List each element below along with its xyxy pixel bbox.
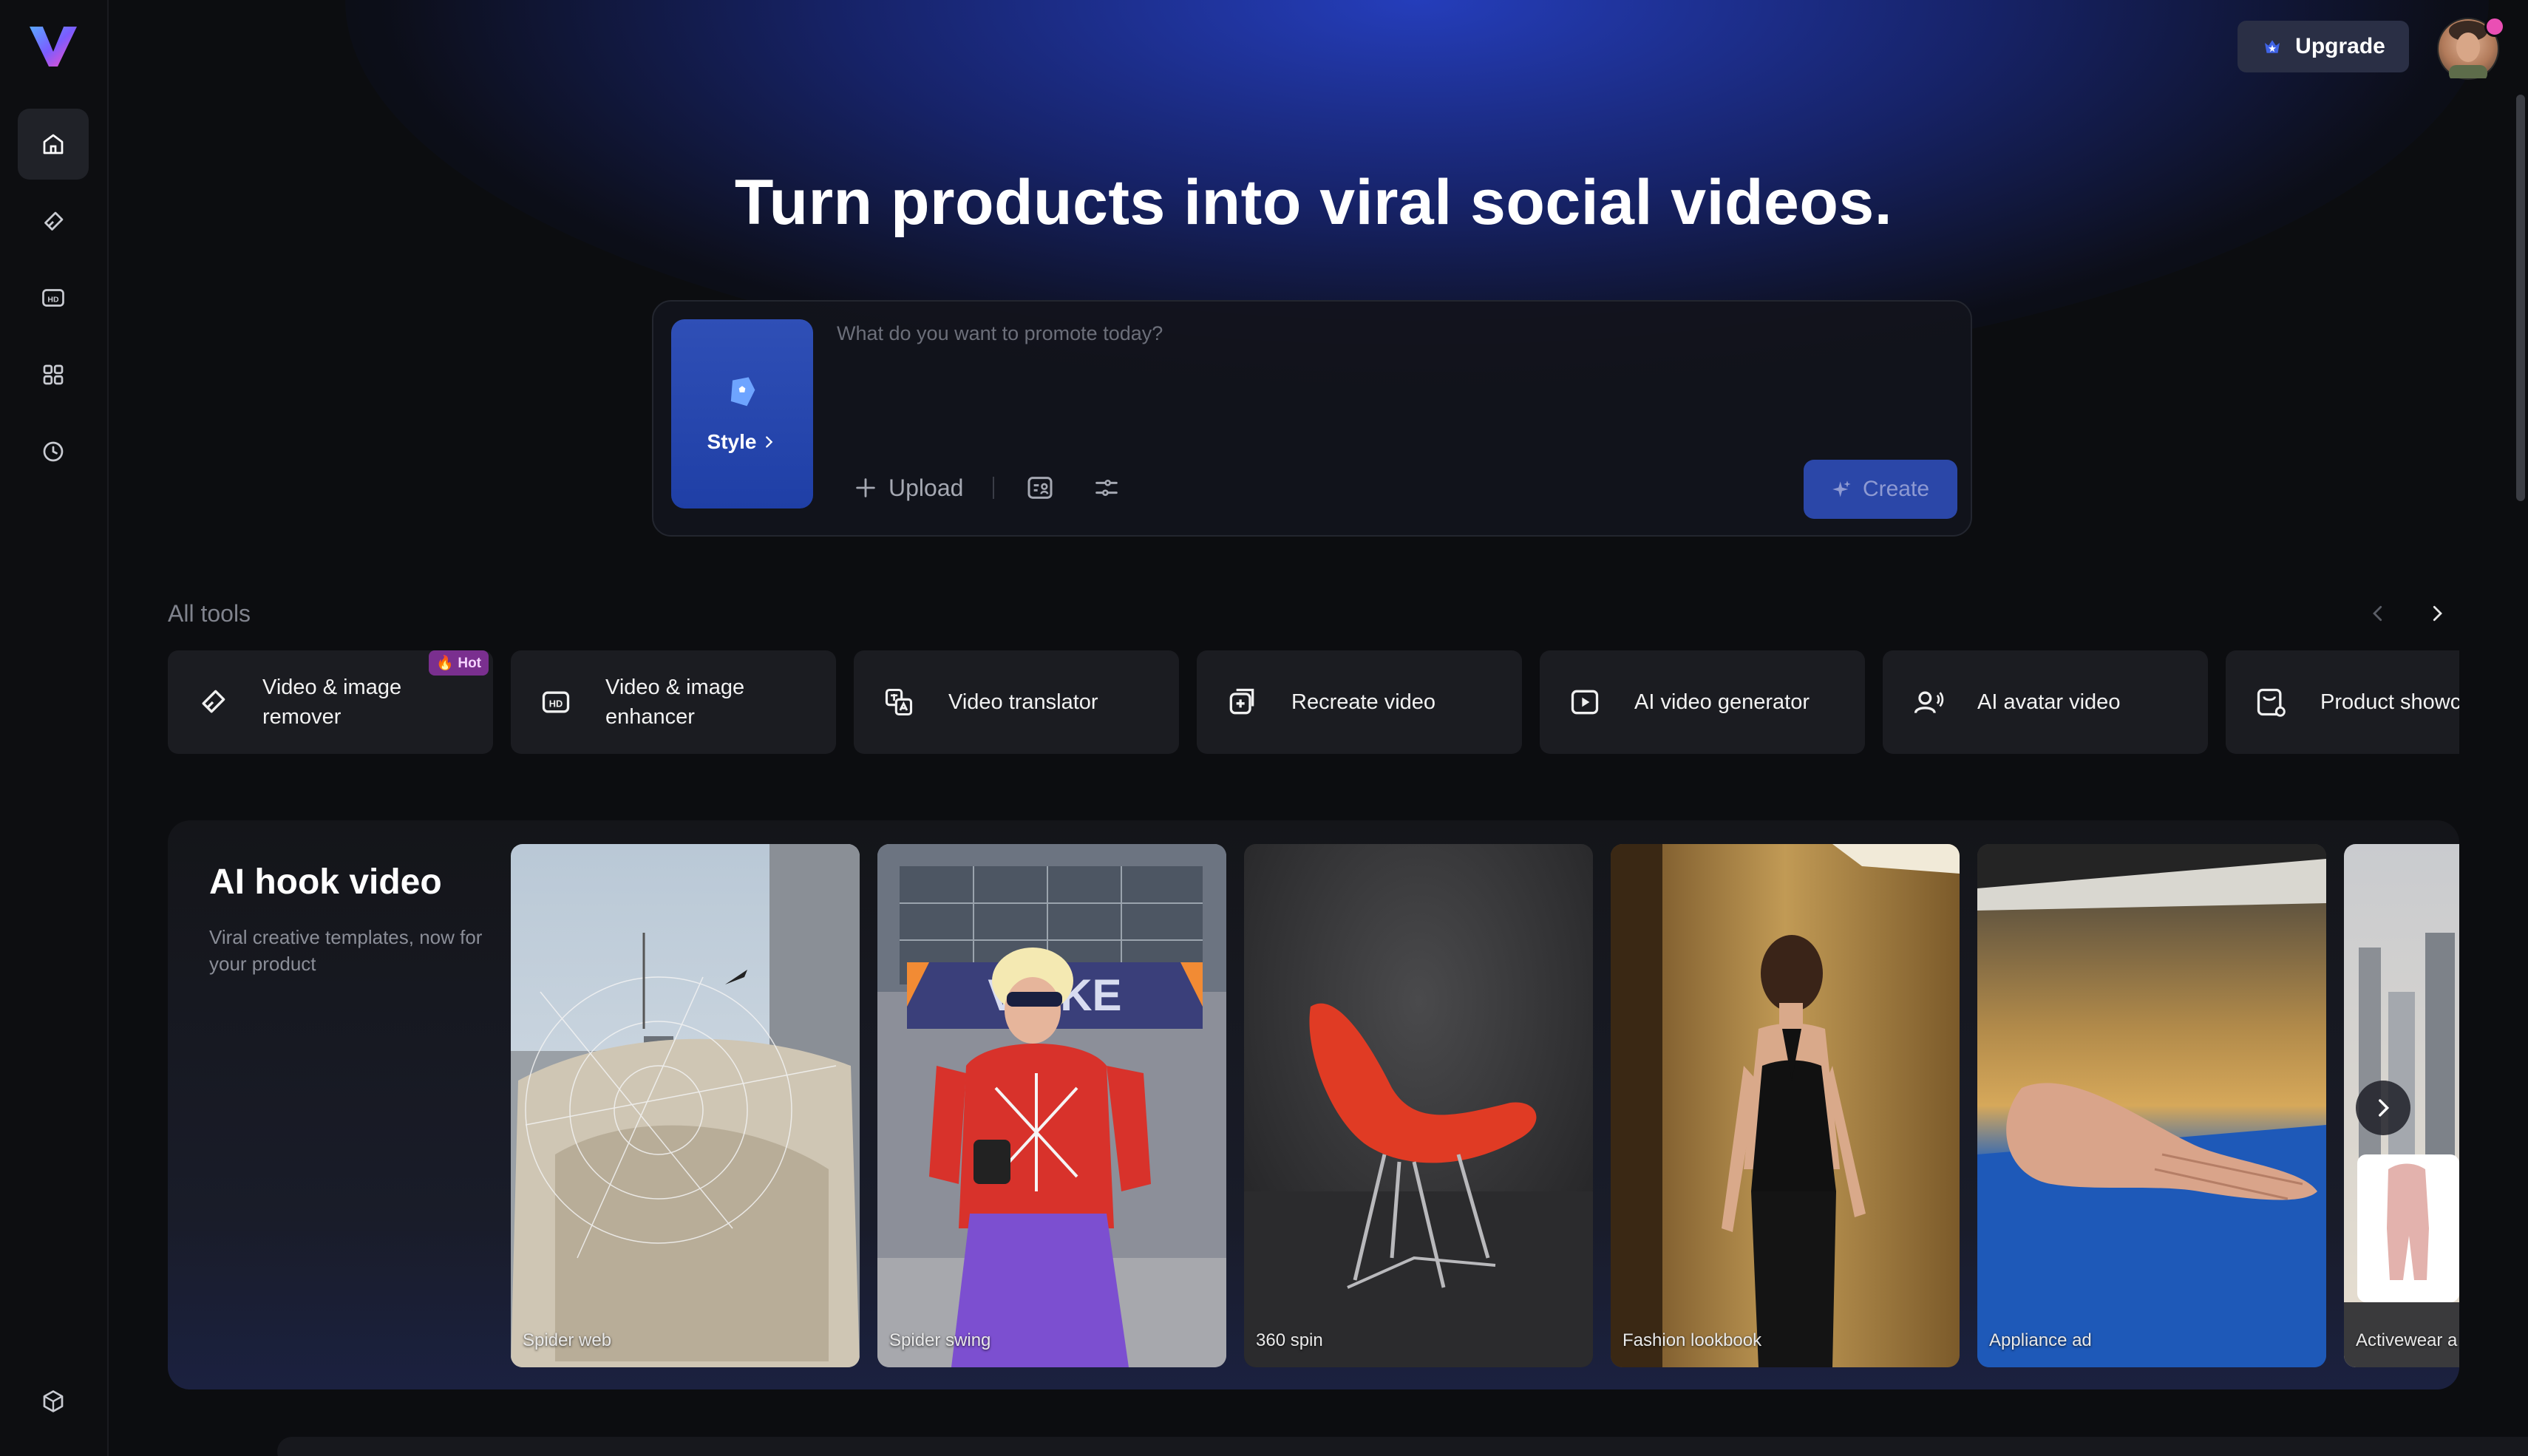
grid-icon [43,364,64,385]
tool-video-image-enhancer[interactable]: HD Video & image enhancer [511,650,836,754]
template-thumbnail [1244,844,1593,1367]
home-icon [43,134,64,154]
play-square-icon [1571,690,1599,715]
sidebar-item-remover[interactable] [18,186,89,257]
template-card-360-spin[interactable]: 360 spin [1244,844,1593,1367]
section-title: AI hook video [209,863,442,902]
product-icon [2257,688,2286,717]
clock-icon [43,441,64,462]
tool-recreate-video[interactable]: Recreate video [1197,650,1522,754]
upgrade-label: Upgrade [2295,34,2385,58]
sidebar: HD [0,0,109,1456]
main-content: Upgrade Turn products into viral social … [109,0,2528,1456]
eraser-icon [202,690,225,713]
chevron-right-icon [2433,605,2442,622]
hot-badge: 🔥 Hot [429,650,489,676]
avatar-voice-icon [1914,691,1944,714]
chevron-right-icon [2379,1099,2390,1117]
template-label: Activewear a [2356,1330,2458,1350]
brand-logo-icon[interactable] [27,22,80,69]
template-thumbnail [511,844,860,1367]
style-label: Style [707,430,757,453]
tool-label: Product showc [2320,690,2459,714]
divider [993,477,995,499]
upgrade-button[interactable]: Upgrade [2238,21,2409,72]
template-label: Spider swing [889,1330,991,1350]
template-thumbnail [1977,844,2326,1367]
sidebar-item-history[interactable] [18,416,89,487]
tool-video-image-remover[interactable]: Video & image remover 🔥 Hot [168,650,493,754]
hook-carousel-next-button[interactable] [2356,1081,2410,1135]
prompt-box: Style What do you want to promote today?… [652,300,1972,537]
template-card-appliance-ad[interactable]: Appliance ad [1977,844,2326,1367]
svg-text:HD: HD [549,698,563,709]
eraser-icon [44,211,64,231]
tool-label: AI avatar video [1977,690,2121,714]
chevron-right-icon [766,436,773,448]
translate-icon [885,688,913,716]
tools-next-button[interactable] [2422,599,2452,628]
template-card-spider-swing[interactable]: V AKE Spider swing [877,844,1226,1367]
sidebar-item-enhancer[interactable]: HD [18,262,89,333]
sidebar-item-apps[interactable] [18,339,89,410]
notification-dot [2484,16,2505,37]
style-button[interactable]: Style [671,319,813,508]
media-library-button[interactable] [1024,472,1056,504]
template-thumbnail: V AKE [877,844,1226,1367]
settings-sliders-button[interactable] [1090,472,1123,504]
crown-star-icon [2265,40,2280,53]
tool-label: Video & image remover [262,676,402,729]
template-label: 360 spin [1256,1330,1323,1350]
page-scrollbar[interactable] [2516,95,2525,501]
template-label: Spider web [523,1330,612,1350]
template-card-spider-web[interactable]: Spider web [511,844,860,1367]
sliders-icon [1095,479,1118,496]
hook-video-section: AI hook video Viral creative templates, … [168,820,2459,1389]
box-icon [43,1390,64,1412]
prompt-input[interactable]: What do you want to promote today? [837,322,1163,345]
tool-ai-avatar-video[interactable]: AI avatar video [1883,650,2208,754]
upload-button[interactable]: Upload [853,474,963,502]
tool-label: AI video generator [1634,690,1810,714]
next-section-edge [277,1437,2528,1456]
template-thumbnail [1611,844,1960,1367]
image-card-icon [1027,477,1053,499]
tools-carousel: Video & image remover 🔥 Hot HD Video & i… [168,650,2459,754]
sidebar-item-home[interactable] [18,109,89,180]
tool-ai-video-generator[interactable]: AI video generator [1540,650,1865,754]
plus-icon [856,478,875,497]
template-label: Appliance ad [1989,1330,2092,1350]
chevron-left-icon [2373,605,2382,622]
template-card-fashion-lookbook[interactable]: Fashion lookbook [1611,844,1960,1367]
sidebar-item-assets[interactable] [18,1366,89,1437]
tool-label: Video & image enhancer [605,676,745,729]
tools-prev-button[interactable] [2363,599,2393,628]
tools-section-title: All tools [168,600,251,627]
upload-label: Upload [888,474,964,501]
tool-label: Video translator [948,690,1098,714]
create-label: Create [1862,477,1930,501]
style-shield-icon [730,377,755,406]
page-title: Turn products into viral social videos. [734,167,1893,238]
hd-icon: HD [42,289,64,307]
section-subtitle: Viral creative templates, now for your p… [209,926,483,975]
sparkle-icon [1832,480,1851,497]
tool-product-showcase[interactable]: Product showc [2226,650,2459,754]
recreate-icon [1229,688,1254,715]
svg-text:HD: HD [47,295,59,304]
create-button[interactable]: Create [1804,460,1957,519]
tool-label: Recreate video [1291,690,1436,714]
hd-icon: HD [542,691,570,713]
tool-video-translator[interactable]: Video translator [854,650,1179,754]
template-label: Fashion lookbook [1623,1330,1762,1350]
